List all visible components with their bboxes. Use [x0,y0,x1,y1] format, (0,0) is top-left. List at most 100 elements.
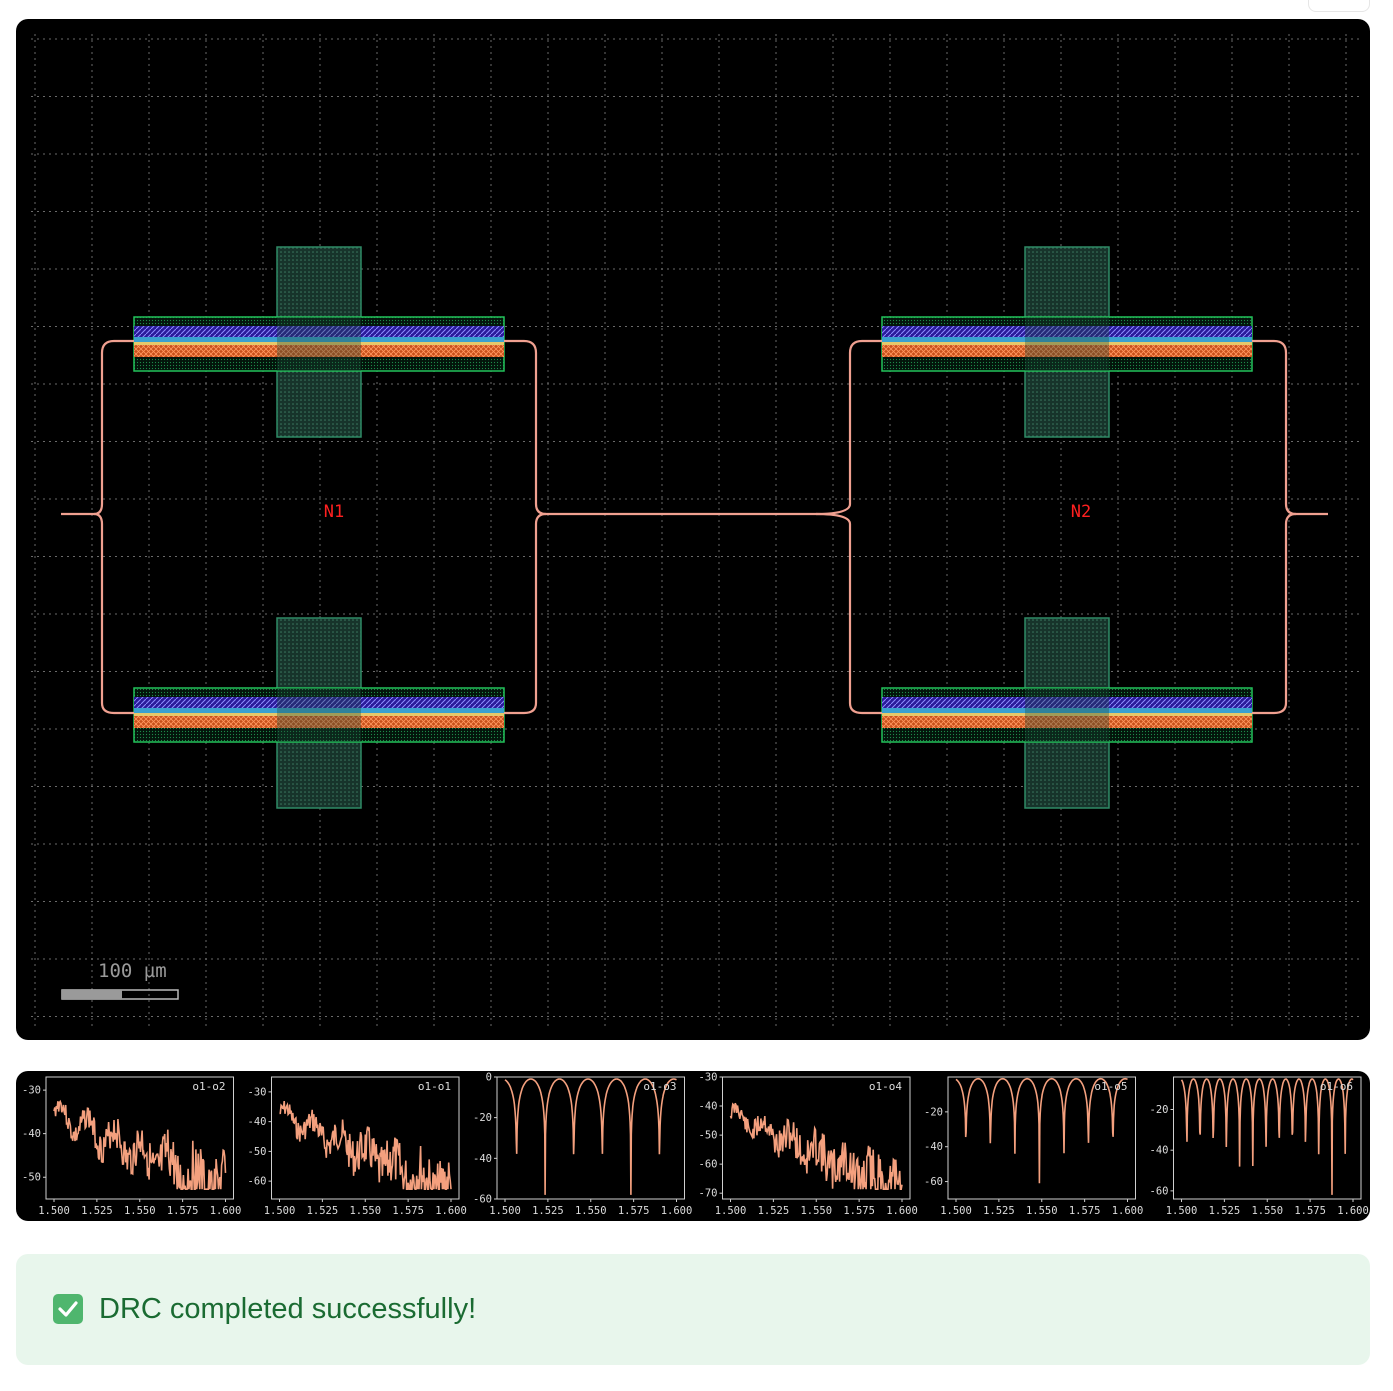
y-tick-label: -60 [248,1176,267,1188]
y-tick-label: -40 [1150,1145,1169,1157]
x-tick-label: 1.500 [264,1205,296,1217]
mzi2-input-upper [815,339,882,516]
scale-bar-fill [62,990,122,999]
x-tick-label: 1.575 [392,1205,424,1217]
heater-overlap [1025,317,1109,371]
x-tick-label: 1.500 [38,1205,70,1217]
x-tick-label: 1.525 [307,1205,339,1217]
plot-title: o1-o3 [643,1080,676,1093]
scale-bar: 100 µm [61,960,179,1000]
heater-pad-top [1024,617,1110,693]
heater-pad-bottom [1024,360,1110,438]
y-tick-label: -60 [1150,1185,1169,1197]
y-tick-label: -30 [248,1086,267,1098]
plot-o1-o6: -20 -40 -60 1.500 1.525 1.550 1.575 1.600 o1-o6 [1150,1076,1369,1217]
y-tick-label: 0 [486,1072,492,1084]
plot-o1-o3: 0 -20 -40 -601.500 1.525 1.550 1.575 1.600 o1-o3 [473,1072,692,1218]
x-tick-label: 1.575 [1069,1205,1101,1217]
component-label-n1: N1 [324,502,344,522]
x-tick-label: 1.500 [1166,1205,1198,1217]
x-tick-label: 1.600 [1337,1205,1369,1217]
heater-overlap [277,688,361,742]
phase-shifter [881,617,1253,809]
y-tick-label: -20 [1150,1104,1169,1116]
y-tick-label: -30 [699,1072,718,1084]
component-label-n2: N2 [1071,502,1091,522]
sparameter-plots: -30 -40 -50 1.500 1.525 1.550 1.575 1.600 o1-o2-… [16,1071,1370,1221]
waveguide-routes [61,339,1328,715]
y-tick-label: -30 [22,1085,41,1097]
y-tick-label: -40 [248,1116,267,1128]
x-tick-label: 1.550 [575,1205,607,1217]
status-message: DRC completed successfully! [99,1293,477,1325]
phase-shifter [881,246,1253,438]
y-tick-label: -50 [248,1146,267,1158]
check-icon [53,1294,83,1324]
status-alert: DRC completed successfully! [16,1254,1370,1365]
plot-title: o1-o6 [1320,1080,1353,1093]
heater-pad-top [1024,246,1110,322]
heater-overlap [1025,688,1109,742]
layout-canvas[interactable]: N1 N2 100 µm [16,19,1370,1040]
x-tick-label: 1.600 [435,1205,467,1217]
x-tick-label: 1.600 [661,1205,693,1217]
plot-o1-o1: -30 -40 -50 -60 1.500 1.525 1.550 1.575 1.600 o1-… [248,1076,467,1217]
heater-pad-top [276,246,362,322]
heater-pad-bottom [276,731,362,809]
x-tick-label: 1.600 [886,1205,918,1217]
phase-shifter [133,246,505,438]
plots-canvas: -30-40-501.500 1.525 1.550 1.575 1.600o1-o2-… [22,1072,1369,1218]
x-tick-label: 1.500 [715,1205,747,1217]
x-tick-label: 1.525 [758,1205,790,1217]
layout-components [133,246,1253,809]
phase-shifter [133,617,505,809]
x-tick-label: 1.575 [843,1205,875,1217]
y-tick-label: -40 [473,1153,492,1165]
y-tick-label: -60 [473,1194,492,1206]
mzi1-input-upper [61,339,134,516]
scale-bar-label: 100 µm [98,960,167,982]
mzi2-output-upper [1252,339,1328,516]
x-tick-label: 1.500 [940,1205,972,1217]
x-tick-label: 1.550 [349,1205,381,1217]
mzi1-output-upper [504,339,547,516]
heater-pad-top [276,617,362,693]
x-tick-label: 1.575 [618,1205,650,1217]
plot-o1-o2: -30 -40 -50 1.500 1.525 1.550 1.575 1.600 o1-o2 [22,1076,242,1217]
y-tick-label: -40 [924,1141,943,1153]
x-tick-label: 1.525 [1209,1205,1241,1217]
x-tick-label: 1.525 [983,1205,1015,1217]
y-tick-label: -50 [22,1172,41,1184]
y-tick-label: -40 [699,1101,718,1113]
y-tick-label: -20 [473,1112,492,1124]
x-tick-label: 1.550 [800,1205,832,1217]
plot-title: o1-o2 [192,1080,225,1093]
y-tick-label: -60 [699,1159,718,1171]
y-tick-label: -70 [699,1188,718,1200]
x-tick-label: 1.550 [124,1205,156,1217]
plot-title: o1-o1 [418,1080,451,1093]
plot-o1-o4: -30 -40 -50 -60 -70 1.500 1.525 1.550 1.575 1.600… [699,1072,918,1218]
y-tick-label: -20 [924,1106,943,1118]
y-tick-label: -60 [924,1176,943,1188]
plot-title: o1-o5 [1094,1080,1127,1093]
x-tick-label: 1.550 [1026,1205,1058,1217]
x-tick-label: 1.600 [210,1205,242,1217]
heater-pad-bottom [276,360,362,438]
plot-title: o1-o4 [869,1080,902,1093]
heater-pad-bottom [1024,731,1110,809]
y-tick-label: -40 [22,1128,41,1140]
x-tick-label: 1.525 [81,1205,113,1217]
layout-viewer[interactable]: N1 N2 100 µm [16,19,1370,1040]
x-tick-label: 1.500 [489,1205,521,1217]
heater-overlap [277,317,361,371]
top-corner-control [1308,0,1370,12]
x-tick-label: 1.550 [1251,1205,1283,1217]
y-tick-label: -50 [699,1130,718,1142]
x-tick-label: 1.575 [167,1205,199,1217]
layout-grid [31,34,1361,1029]
x-tick-label: 1.525 [532,1205,564,1217]
x-tick-label: 1.600 [1112,1205,1144,1217]
x-tick-label: 1.575 [1294,1205,1326,1217]
plot-o1-o5: -20 -40 -60 1.500 1.525 1.550 1.575 1.600 o1-o5 [924,1076,1144,1217]
